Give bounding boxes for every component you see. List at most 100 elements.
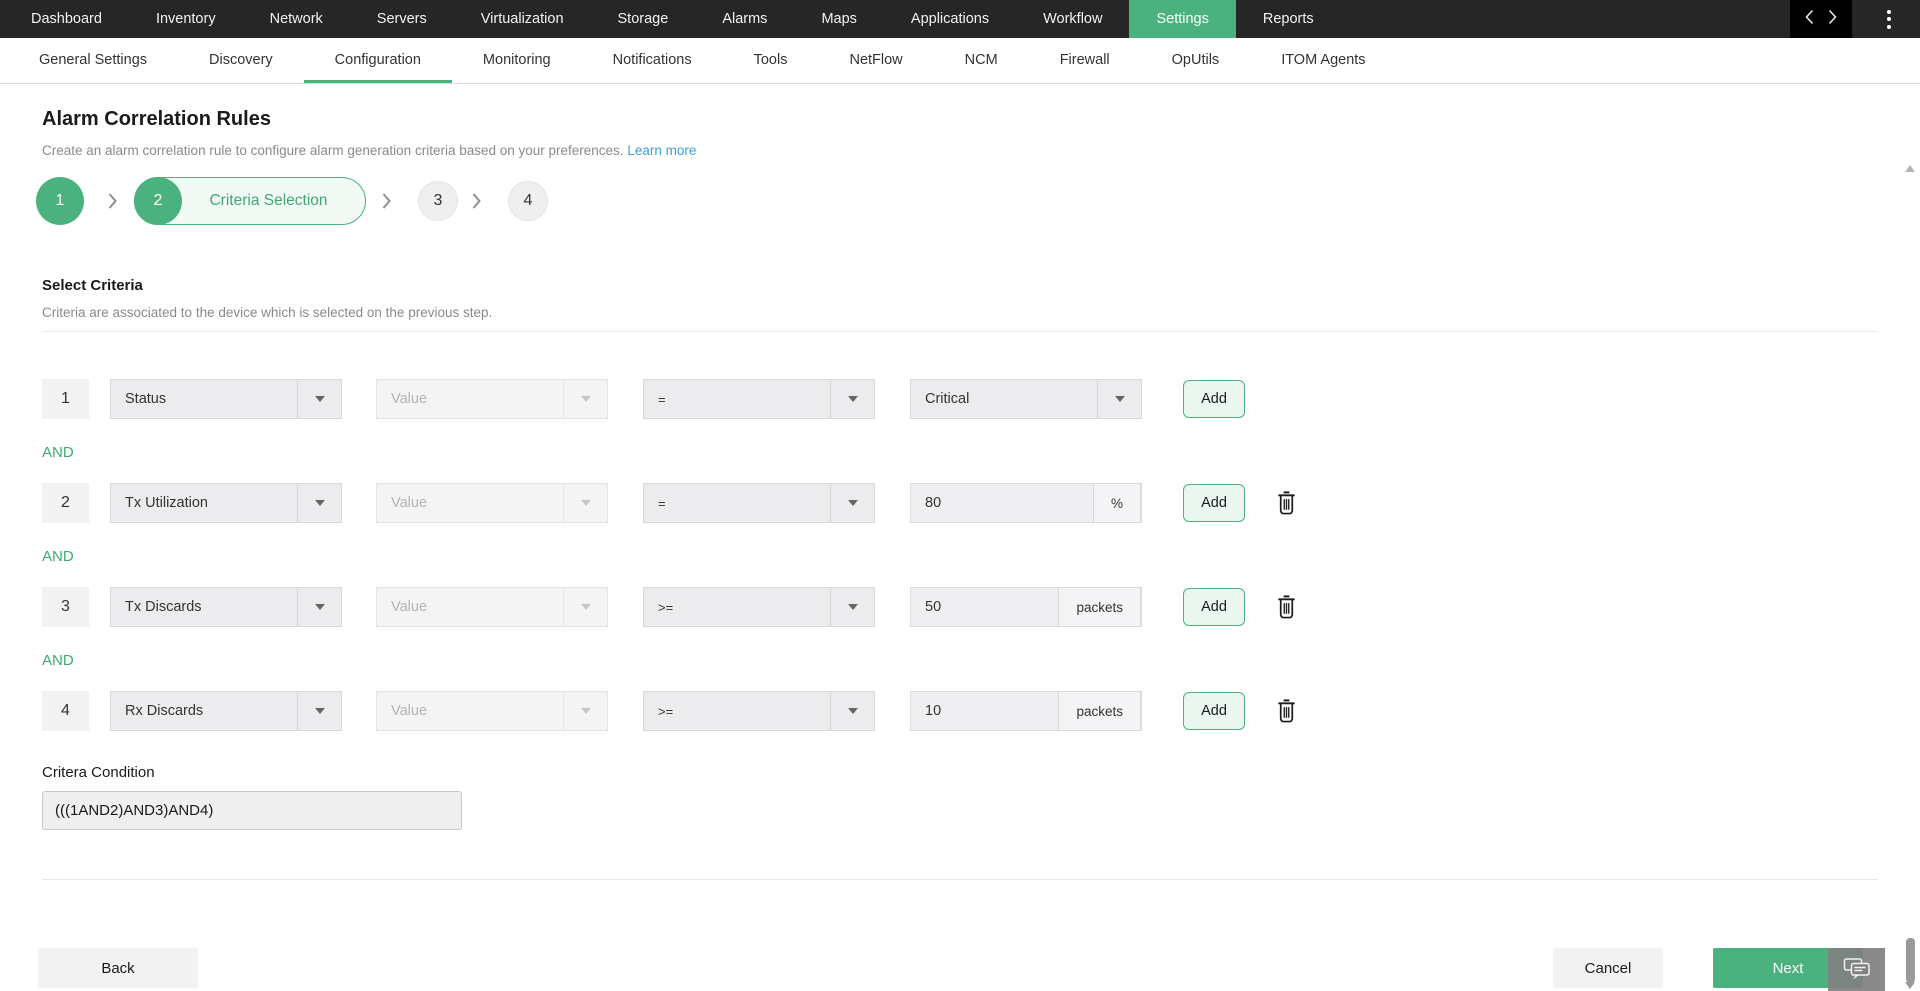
chevron-down-icon (563, 692, 607, 730)
wizard-step-2-number: 2 (134, 176, 182, 225)
nav-dashboard[interactable]: Dashboard (4, 0, 129, 38)
chevron-down-icon (563, 380, 607, 418)
tab-netflow[interactable]: NetFlow (818, 38, 933, 83)
add-criteria-button[interactable]: Add (1183, 380, 1245, 418)
chevron-down-icon (830, 380, 874, 418)
operator-select[interactable]: >= (643, 691, 875, 731)
tab-oputils[interactable]: OpUtils (1141, 38, 1251, 83)
add-criteria-button[interactable]: Add (1183, 588, 1245, 626)
feedback-widget-button[interactable] (1828, 948, 1885, 991)
unit-suffix: packets (1058, 587, 1141, 627)
page-title: Alarm Correlation Rules (42, 108, 271, 130)
field-select[interactable]: Status (110, 379, 342, 419)
wizard-step-4[interactable]: 4 (508, 181, 548, 221)
cancel-button[interactable]: Cancel (1553, 948, 1663, 988)
tab-monitoring[interactable]: Monitoring (452, 38, 582, 83)
trash-icon[interactable] (1274, 592, 1299, 626)
chat-bubbles-icon (1843, 958, 1870, 980)
active-tab-underline (303, 80, 452, 83)
criteria-index: 4 (42, 691, 89, 731)
wizard-step-3[interactable]: 3 (418, 181, 458, 221)
learn-more-link[interactable]: Learn more (627, 143, 696, 158)
wizard-step-2-label: Criteria Selection (209, 192, 328, 209)
chevron-down-icon (830, 692, 874, 730)
criteria-condition-label: Critera Condition (42, 764, 155, 781)
nav-network[interactable]: Network (243, 0, 350, 38)
field-select[interactable]: Tx Utilization (110, 483, 342, 523)
threshold-input[interactable]: 80 % (910, 483, 1142, 523)
tab-discovery[interactable]: Discovery (178, 38, 304, 83)
value-select-disabled: Value (376, 691, 608, 731)
unit-suffix: % (1092, 483, 1141, 523)
nav-storage[interactable]: Storage (591, 0, 696, 38)
and-connector: AND (42, 444, 74, 461)
criteria-row-4: 4 Rx Discards Value >= 10 packets Add (0, 691, 1920, 732)
nav-maps[interactable]: Maps (794, 0, 883, 38)
tab-general-settings[interactable]: General Settings (8, 38, 178, 83)
criteria-row-3: 3 Tx Discards Value >= 50 packets Add (0, 587, 1920, 628)
scrollbar-up-arrow[interactable] (1905, 165, 1915, 172)
chevron-down-icon (563, 484, 607, 522)
nav-applications[interactable]: Applications (884, 0, 1016, 38)
tab-tools[interactable]: Tools (723, 38, 819, 83)
nav-pager (1790, 0, 1852, 38)
operator-select[interactable]: = (643, 483, 875, 523)
step-chevron-icon (471, 192, 482, 215)
back-button[interactable]: Back (38, 948, 198, 988)
scrollbar-thumb[interactable] (1906, 938, 1915, 983)
trash-icon[interactable] (1274, 488, 1299, 522)
chevron-down-icon (830, 484, 874, 522)
operator-select[interactable]: >= (643, 587, 875, 627)
chevron-down-icon (297, 692, 341, 730)
step-chevron-icon (107, 192, 118, 215)
nav-settings[interactable]: Settings (1129, 0, 1236, 38)
nav-reports[interactable]: Reports (1236, 0, 1341, 38)
field-select[interactable]: Tx Discards (110, 587, 342, 627)
chevron-left-icon[interactable] (1805, 9, 1814, 30)
chevron-down-icon (830, 588, 874, 626)
tab-notifications[interactable]: Notifications (582, 38, 723, 83)
value-select-disabled: Value (376, 587, 608, 627)
chevron-down-icon (1097, 380, 1141, 418)
field-select[interactable]: Rx Discards (110, 691, 342, 731)
scrollbar-down-arrow[interactable] (1905, 982, 1915, 989)
nav-alarms[interactable]: Alarms (695, 0, 794, 38)
operator-select[interactable]: = (643, 379, 875, 419)
criteria-index: 1 (42, 379, 89, 419)
unit-suffix: packets (1058, 691, 1141, 731)
nav-inventory[interactable]: Inventory (129, 0, 243, 38)
add-criteria-button[interactable]: Add (1183, 484, 1245, 522)
criteria-condition-input[interactable]: (((1AND2)AND3)AND4) (42, 791, 462, 830)
chevron-right-icon[interactable] (1828, 9, 1837, 30)
tab-itom-agents[interactable]: ITOM Agents (1250, 38, 1396, 83)
nav-virtualization[interactable]: Virtualization (454, 0, 591, 38)
and-connector: AND (42, 652, 74, 669)
add-criteria-button[interactable]: Add (1183, 692, 1245, 730)
section-title: Select Criteria (42, 277, 143, 294)
page-subtitle: Create an alarm correlation rule to conf… (42, 143, 697, 158)
value-select-disabled: Value (376, 379, 608, 419)
divider (42, 331, 1878, 332)
nav-servers[interactable]: Servers (350, 0, 454, 38)
tab-configuration[interactable]: Configuration (303, 38, 452, 83)
chevron-down-icon (297, 588, 341, 626)
divider (42, 879, 1878, 880)
top-navbar: Dashboard Inventory Network Servers Virt… (0, 0, 1920, 38)
threshold-input[interactable]: 50 packets (910, 587, 1142, 627)
nav-workflow[interactable]: Workflow (1016, 0, 1129, 38)
chevron-down-icon (563, 588, 607, 626)
threshold-input[interactable]: 10 packets (910, 691, 1142, 731)
criteria-index: 2 (42, 483, 89, 523)
tab-ncm[interactable]: NCM (934, 38, 1029, 83)
settings-tabbar: General Settings Discovery Configuration… (0, 38, 1920, 84)
kebab-menu-icon[interactable] (1880, 0, 1898, 38)
section-description: Criteria are associated to the device wh… (42, 305, 493, 320)
and-connector: AND (42, 548, 74, 565)
chevron-down-icon (297, 484, 341, 522)
severity-select[interactable]: Critical (910, 379, 1142, 419)
trash-icon[interactable] (1274, 696, 1299, 730)
wizard-step-1[interactable]: 1 (36, 177, 84, 225)
wizard-step-2-active[interactable]: 2 Criteria Selection (134, 176, 366, 225)
tab-firewall[interactable]: Firewall (1029, 38, 1141, 83)
